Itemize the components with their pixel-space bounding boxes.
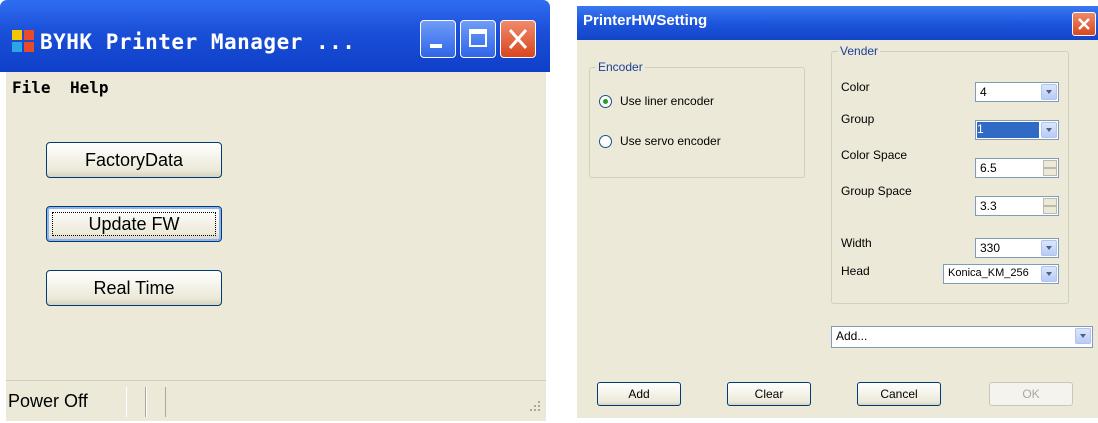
close-icon — [508, 29, 528, 49]
dialog-title: PrinterHWSetting — [583, 12, 708, 29]
color-space-value: 6.5 — [980, 161, 997, 175]
update-fw-button[interactable]: Update FW — [46, 206, 222, 242]
minimize-icon — [430, 44, 442, 48]
servo-encoder-radio[interactable]: Use servo encoder — [599, 134, 721, 148]
vender-legend: Vender — [840, 44, 879, 58]
color-combo[interactable]: 4 — [975, 82, 1059, 102]
main-window-titlebar[interactable]: BYHK Printer Manager ... — [0, 0, 550, 72]
real-time-button[interactable]: Real Time — [46, 270, 222, 306]
resize-grip-icon[interactable] — [526, 399, 542, 415]
status-cell — [146, 387, 166, 417]
encoder-legend: Encoder — [598, 60, 643, 74]
liner-encoder-label: Use liner encoder — [620, 94, 715, 108]
dialog-titlebar[interactable]: PrinterHWSetting — [577, 6, 1098, 40]
color-label: Color — [841, 80, 870, 94]
minimize-button[interactable] — [420, 20, 456, 58]
add-button[interactable]: Add — [597, 382, 681, 406]
group-space-value: 3.3 — [980, 199, 997, 213]
clear-button[interactable]: Clear — [727, 382, 811, 406]
group-label: Group — [841, 112, 875, 126]
close-button[interactable] — [500, 20, 536, 58]
status-bar: Power Off — [6, 380, 546, 421]
group-space-spinner[interactable]: 3.3 — [975, 196, 1059, 216]
group-value: 1 — [977, 122, 1039, 138]
close-icon — [1078, 18, 1090, 30]
dialog-close-button[interactable] — [1072, 12, 1096, 36]
maximize-button[interactable] — [460, 20, 496, 58]
dropdown-arrow-icon[interactable] — [1041, 266, 1057, 282]
liner-encoder-radio[interactable]: Use liner encoder — [599, 94, 714, 108]
dropdown-arrow-icon[interactable] — [1041, 122, 1057, 138]
color-space-label: Color Space — [841, 148, 908, 162]
spin-down-icon[interactable] — [1043, 168, 1057, 176]
encoder-group: Encoder — [589, 60, 805, 178]
dropdown-arrow-icon[interactable] — [1041, 240, 1057, 256]
dropdown-arrow-icon[interactable] — [1041, 84, 1057, 100]
menu-file[interactable]: File — [12, 78, 51, 97]
color-space-spinner[interactable]: 6.5 — [975, 158, 1059, 178]
spin-down-icon[interactable] — [1043, 206, 1057, 214]
status-text: Power Off — [8, 391, 88, 411]
width-label: Width — [841, 236, 872, 250]
servo-encoder-label: Use servo encoder — [620, 134, 721, 148]
spin-up-icon[interactable] — [1043, 160, 1057, 168]
group-combo[interactable]: 1 — [975, 120, 1059, 140]
add-combo[interactable]: Add... — [831, 326, 1093, 348]
factory-data-button[interactable]: FactoryData — [46, 142, 222, 178]
radio-checked-icon — [599, 94, 612, 108]
maximize-icon — [469, 29, 487, 47]
head-value: Konica_KM_256 — [948, 267, 1029, 279]
group-space-label: Group Space — [841, 184, 912, 198]
add-combo-value: Add... — [836, 329, 868, 343]
color-value: 4 — [980, 85, 987, 99]
menubar: File Help — [6, 72, 546, 102]
dropdown-arrow-icon[interactable] — [1075, 328, 1091, 344]
width-combo[interactable]: 330 — [975, 238, 1059, 258]
head-label: Head — [841, 264, 870, 278]
radio-unchecked-icon — [599, 134, 612, 148]
cancel-button[interactable]: Cancel — [857, 382, 941, 406]
status-cell — [126, 387, 146, 417]
head-combo[interactable]: Konica_KM_256 — [943, 264, 1059, 284]
menu-help[interactable]: Help — [70, 78, 109, 97]
main-window-body: File Help FactoryData Update FW Real Tim… — [6, 72, 546, 421]
main-window-title: BYHK Printer Manager ... — [40, 30, 356, 54]
dialog-body: Encoder Use liner encoder Use servo enco… — [577, 40, 1098, 418]
width-value: 330 — [980, 241, 1001, 255]
app-icon — [12, 30, 34, 52]
spin-up-icon[interactable] — [1043, 198, 1057, 206]
ok-button[interactable]: OK — [989, 382, 1073, 406]
